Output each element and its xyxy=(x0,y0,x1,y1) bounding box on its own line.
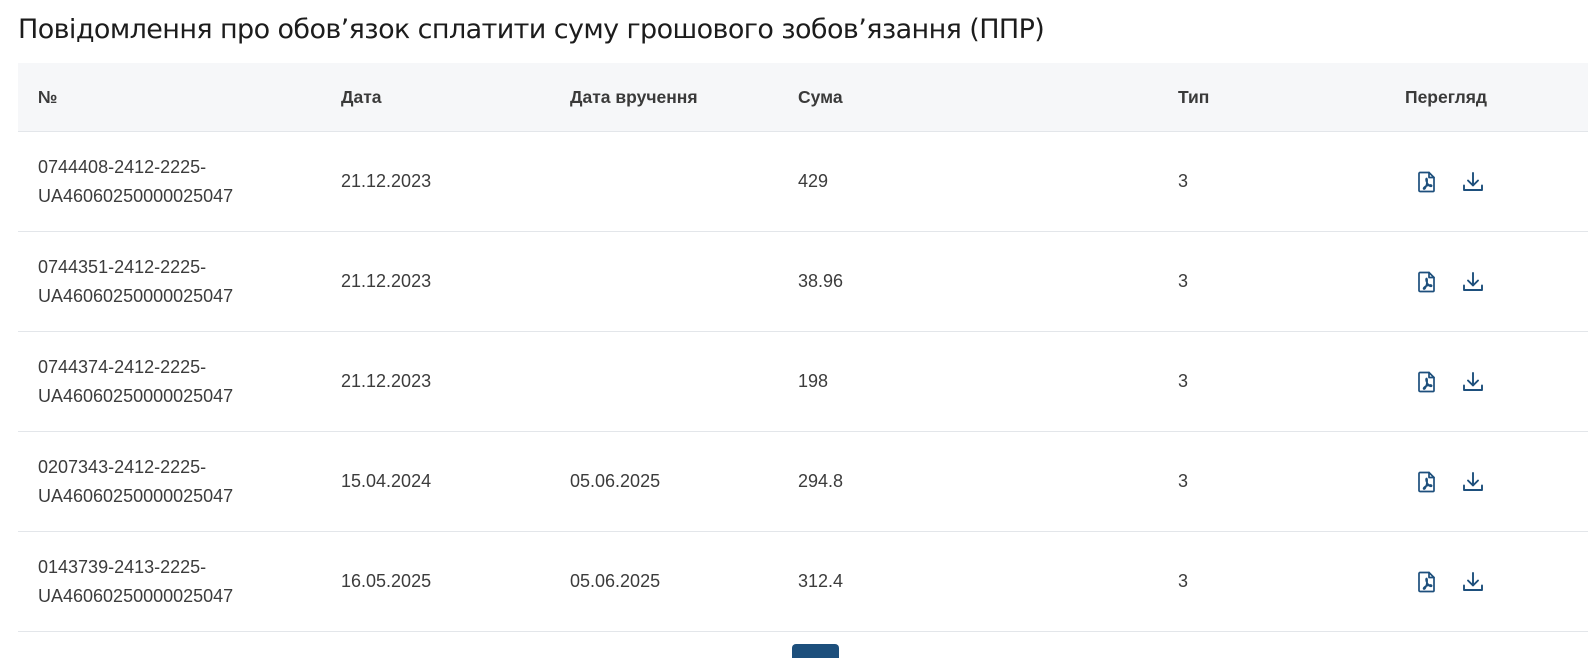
download-button[interactable] xyxy=(1462,470,1484,494)
cell-date: 21.12.2023 xyxy=(341,271,432,291)
download-icon xyxy=(1463,371,1483,391)
cell-sum: 294.8 xyxy=(798,471,844,491)
pdf-file-icon xyxy=(1418,471,1435,492)
column-header-number: № xyxy=(38,87,58,107)
cell-type: 3 xyxy=(1178,571,1189,591)
cell-actions xyxy=(1416,232,1484,331)
cell-date: 15.04.2024 xyxy=(341,471,432,491)
table-body: 0744408-2412-2225- UA46060250000025047 2… xyxy=(18,132,1588,632)
download-button[interactable] xyxy=(1462,570,1484,594)
cell-type: 3 xyxy=(1178,371,1189,391)
table-row: 0744408-2412-2225- UA46060250000025047 2… xyxy=(18,132,1588,232)
cell-number-part2: UA46060250000025047 xyxy=(38,385,234,406)
column-header-type: Тип xyxy=(1178,87,1210,107)
cell-number: 0744351-2412-2225- UA46060250000025047 xyxy=(38,232,298,331)
cell-number-part1: 0143739-2413-2225- xyxy=(38,556,207,577)
download-icon xyxy=(1463,471,1483,491)
cell-actions xyxy=(1416,332,1484,431)
cell-type: 3 xyxy=(1178,471,1189,491)
cell-sum: 429 xyxy=(798,171,829,191)
cell-number-part1: 0744351-2412-2225- xyxy=(38,256,207,277)
download-button[interactable] xyxy=(1462,370,1484,394)
download-button[interactable] xyxy=(1462,170,1484,194)
cell-number-part2: UA46060250000025047 xyxy=(38,585,234,606)
table-row: 0207343-2412-2225- UA46060250000025047 1… xyxy=(18,432,1588,532)
cell-number: 0207343-2412-2225- UA46060250000025047 xyxy=(38,432,298,531)
cell-delivery-date: 05.06.2025 xyxy=(570,471,661,491)
cell-date: 21.12.2023 xyxy=(341,171,432,191)
page-title: Повідомлення про обов’язок сплатити суму… xyxy=(18,14,1045,45)
pdf-file-icon xyxy=(1418,271,1435,292)
view-pdf-button[interactable] xyxy=(1416,470,1438,494)
cell-number: 0143739-2413-2225- UA46060250000025047 xyxy=(38,532,298,631)
cell-number-part1: 0744374-2412-2225- xyxy=(38,356,207,377)
download-button[interactable] xyxy=(1462,270,1484,294)
column-header-date: Дата xyxy=(341,87,382,107)
cell-sum: 312.4 xyxy=(798,571,844,591)
cell-number: 0744408-2412-2225- UA46060250000025047 xyxy=(38,132,298,231)
pdf-file-icon xyxy=(1418,571,1435,592)
view-pdf-button[interactable] xyxy=(1416,370,1438,394)
download-icon xyxy=(1463,571,1483,591)
table-row: 0744351-2412-2225- UA46060250000025047 2… xyxy=(18,232,1588,332)
view-pdf-button[interactable] xyxy=(1416,570,1438,594)
cell-sum: 38.96 xyxy=(798,271,844,291)
cell-type: 3 xyxy=(1178,171,1189,191)
cell-delivery-date: 05.06.2025 xyxy=(570,571,661,591)
view-pdf-button[interactable] xyxy=(1416,170,1438,194)
view-pdf-button[interactable] xyxy=(1416,270,1438,294)
cell-sum: 198 xyxy=(798,371,829,391)
cell-actions xyxy=(1416,432,1484,531)
table-header: № Дата Дата вручення Сума Тип Перегляд xyxy=(18,63,1588,132)
ppr-table: № Дата Дата вручення Сума Тип Перегляд 0… xyxy=(18,63,1588,632)
column-header-delivery-date: Дата вручення xyxy=(570,87,698,107)
download-icon xyxy=(1463,271,1483,291)
table-row: 0744374-2412-2225- UA46060250000025047 2… xyxy=(18,332,1588,432)
cell-type: 3 xyxy=(1178,271,1189,291)
cell-number-part2: UA46060250000025047 xyxy=(38,485,234,506)
download-icon xyxy=(1463,171,1483,191)
cell-actions xyxy=(1416,132,1484,231)
cell-date: 21.12.2023 xyxy=(341,371,432,391)
cell-number-part1: 0207343-2412-2225- xyxy=(38,456,207,477)
page: Повідомлення про обов’язок сплатити суму… xyxy=(0,0,1588,658)
column-header-view: Перегляд xyxy=(1405,87,1488,107)
pdf-file-icon xyxy=(1418,171,1435,192)
cell-number: 0744374-2412-2225- UA46060250000025047 xyxy=(38,332,298,431)
table-row: 0143739-2413-2225- UA46060250000025047 1… xyxy=(18,532,1588,632)
pagination-current-page-button[interactable] xyxy=(792,644,839,658)
cell-actions xyxy=(1416,532,1484,631)
cell-number-part2: UA46060250000025047 xyxy=(38,285,234,306)
cell-number-part1: 0744408-2412-2225- xyxy=(38,156,207,177)
pdf-file-icon xyxy=(1418,371,1435,392)
cell-number-part2: UA46060250000025047 xyxy=(38,185,234,206)
cell-date: 16.05.2025 xyxy=(341,571,432,591)
column-header-sum: Сума xyxy=(798,87,843,107)
